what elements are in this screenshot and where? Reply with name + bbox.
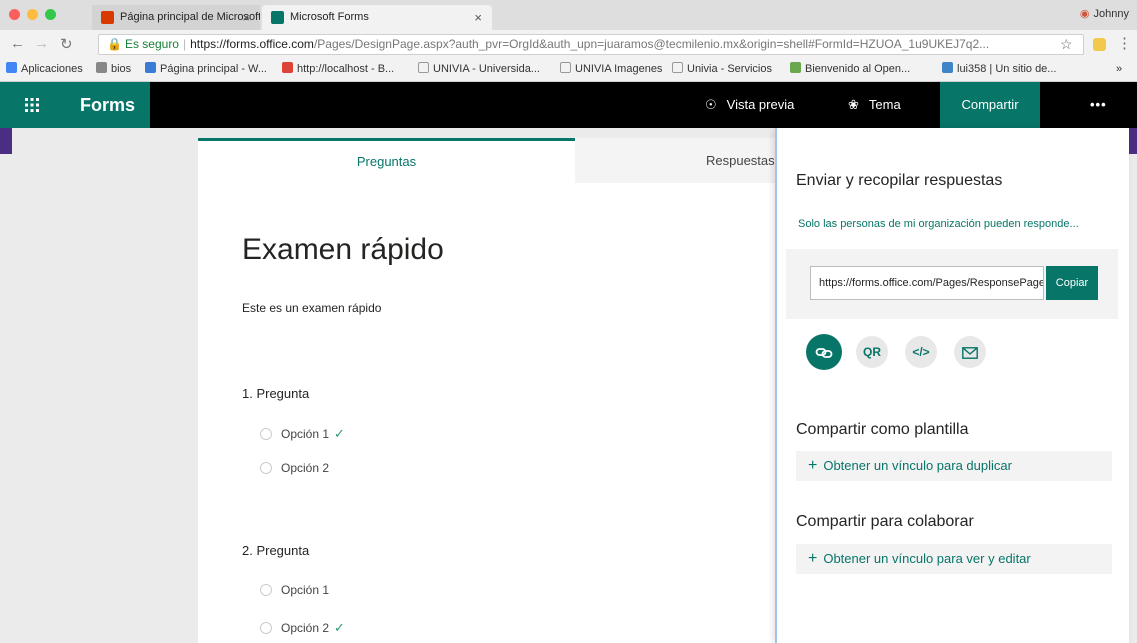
radio-button[interactable] (260, 584, 272, 596)
bookmark-star-icon[interactable]: ☆ (1060, 36, 1073, 53)
radio-button[interactable] (260, 462, 272, 474)
bookmark-univia-imagenes[interactable]: UNIVIA Imagenes (560, 58, 662, 80)
lock-icon: 🔒 (107, 37, 122, 51)
more-bookmarks-button[interactable]: » (1116, 58, 1122, 80)
bookmarks-bar: Aplicaciones bios Página principal - W..… (0, 58, 1137, 82)
template-section-title: Compartir como plantilla (796, 421, 969, 438)
collaborate-section-title: Compartir para colaborar (796, 513, 974, 530)
question-title[interactable]: 1. Pregunta (242, 386, 309, 401)
url-input[interactable]: 🔒 Es seguro | https://forms.office.com/Page… (98, 34, 1084, 55)
tab-questions[interactable]: Preguntas (198, 138, 575, 183)
browser-tab-microsoft-forms[interactable]: Microsoft Forms × (262, 5, 492, 30)
radio-button[interactable] (260, 428, 272, 440)
bookmark-icon (790, 62, 801, 73)
bookmark-pagina-principal[interactable]: Página principal - W... (145, 58, 267, 80)
profile-button[interactable]: ◉ Johnny (1080, 7, 1129, 20)
browser-tab-strip: Página principal de Microsoft × Microsof… (0, 0, 1137, 30)
share-button[interactable]: Compartir (940, 82, 1040, 128)
page-icon (672, 62, 683, 73)
response-scope-link[interactable]: Solo las personas de mi organización pue… (798, 218, 1079, 230)
duplicate-link-button[interactable]: + Obtener un vínculo para duplicar (796, 451, 1112, 481)
forward-arrow-icon[interactable]: → (34, 35, 49, 52)
radio-button[interactable] (260, 622, 272, 634)
share-panel: Enviar y recopilar respuestas Solo las p… (775, 128, 1129, 643)
embed-icon[interactable]: </> (905, 336, 937, 368)
extension-icon[interactable] (1093, 38, 1106, 51)
bookmark-univia[interactable]: UNIVIA - Universida... (418, 58, 540, 80)
forms-favicon-icon (271, 11, 284, 24)
edit-link-button[interactable]: + Obtener un vínculo para ver y editar (796, 544, 1112, 574)
user-icon: ◉ (1079, 8, 1090, 20)
page-icon (560, 62, 571, 73)
bookmark-localhost[interactable]: http://localhost - B... (282, 58, 394, 80)
checkmark-icon: ✓ (334, 620, 345, 635)
maximize-window-dot[interactable] (45, 9, 56, 20)
bookmark-bios[interactable]: bios (96, 58, 131, 80)
tab-responses[interactable]: Respuestas (575, 138, 788, 183)
bookmark-univia-servicios[interactable]: Univia - Servicios (672, 58, 772, 80)
option-item[interactable]: Opción 1 (260, 583, 329, 597)
copy-button[interactable]: Copiar (1046, 266, 1098, 300)
bookmark-bienvenido[interactable]: Bienvenido al Open... (790, 58, 910, 80)
browser-tab-microsoft-home[interactable]: Página principal de Microsoft × (92, 5, 260, 30)
email-icon[interactable] (954, 336, 986, 368)
palette-icon: ❀ (848, 97, 859, 112)
form-description[interactable]: Este es un examen rápido (242, 301, 381, 315)
google-icon (282, 62, 293, 73)
page-accent-strip (1129, 128, 1137, 154)
close-tab-icon[interactable]: × (474, 5, 482, 30)
eye-icon: ☉ (705, 97, 717, 112)
qr-icon[interactable]: QR (856, 336, 888, 368)
share-link-input[interactable] (810, 266, 1044, 300)
waffle-icon (25, 98, 39, 112)
back-arrow-icon[interactable]: ← (10, 35, 25, 52)
option-item[interactable]: Opción 2 ✓ (260, 620, 345, 636)
bookmark-apps[interactable]: Aplicaciones (6, 58, 83, 80)
bookmark-lui358[interactable]: lui358 | Un sitio de... (942, 58, 1056, 80)
forms-header: Forms ☉ Vista previa ❀ Tema Compartir ••• (0, 82, 1137, 128)
plus-icon: + (808, 457, 818, 474)
page-accent-strip (0, 128, 12, 154)
preview-button[interactable]: ☉ Vista previa (705, 82, 794, 128)
bookmark-icon (942, 62, 953, 73)
reload-icon[interactable]: ↻ (60, 35, 73, 53)
theme-button[interactable]: ❀ Tema (848, 82, 901, 128)
minimize-window-dot[interactable] (27, 9, 38, 20)
app-name[interactable]: Forms (64, 82, 150, 128)
form-title[interactable]: Examen rápido (242, 233, 444, 267)
link-icon[interactable] (806, 334, 842, 370)
office-favicon-icon (101, 11, 114, 24)
question-title[interactable]: 2. Pregunta (242, 543, 309, 558)
plus-icon: + (808, 550, 818, 567)
option-item[interactable]: Opción 2 (260, 461, 329, 475)
browser-menu-icon[interactable]: ⋮ (1117, 34, 1132, 52)
address-bar-row: ← → ↻ 🔒 Es seguro | https://forms.office.co… (0, 30, 1137, 58)
option-item[interactable]: Opción 1 ✓ (260, 426, 345, 442)
form-card: Preguntas Respuestas Examen rápido Este … (198, 138, 788, 643)
bookmark-icon (96, 62, 107, 73)
app-launcher-button[interactable] (0, 82, 64, 128)
bookmark-icon (145, 62, 156, 73)
close-window-dot[interactable] (9, 9, 20, 20)
close-tab-icon[interactable]: × (242, 5, 250, 30)
share-panel-title: Enviar y recopilar respuestas (796, 172, 1003, 189)
apps-grid-icon (6, 62, 17, 73)
checkmark-icon: ✓ (334, 426, 345, 441)
more-options-button[interactable]: ••• (1090, 82, 1107, 128)
page-icon (418, 62, 429, 73)
